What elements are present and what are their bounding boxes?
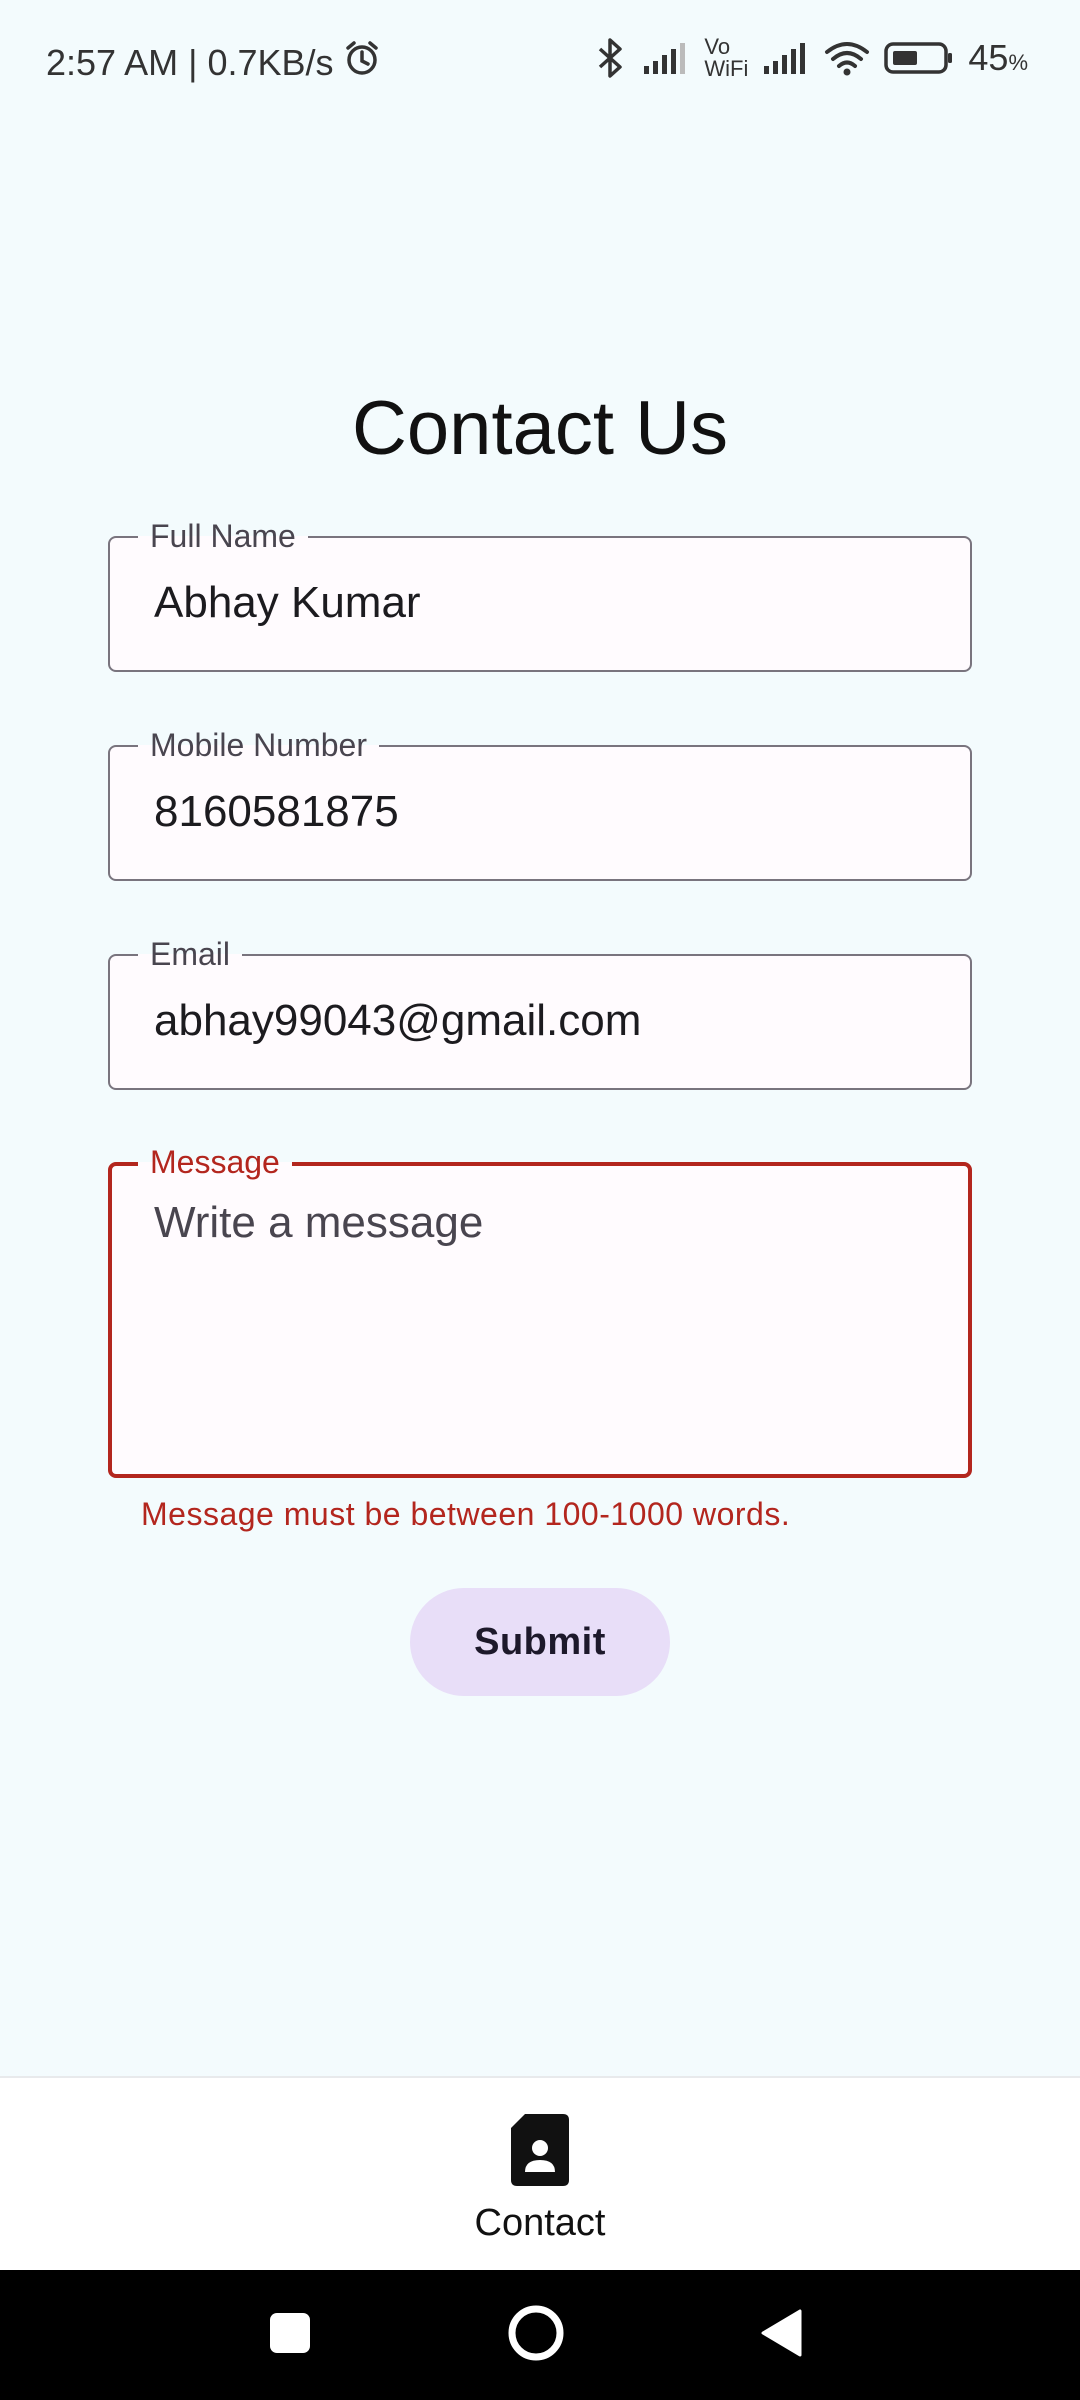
back-triangle-icon: [760, 2308, 804, 2363]
message-label: Message: [138, 1140, 292, 1184]
page-title: Contact Us: [352, 386, 728, 471]
full-name-label: Full Name: [138, 514, 308, 558]
battery-percent: 45%: [968, 37, 1028, 79]
bluetooth-icon: [594, 37, 628, 79]
nav-item-contact[interactable]: Contact: [420, 2078, 660, 2272]
email-label: Email: [138, 932, 243, 976]
message-placeholder: Write a message: [154, 1198, 484, 1247]
recents-button[interactable]: [210, 2270, 370, 2400]
signal-icon: [642, 40, 690, 76]
bottom-navigation: Contact: [0, 2076, 1080, 2272]
home-button[interactable]: [456, 2270, 616, 2400]
battery-icon: [884, 41, 954, 75]
submit-button[interactable]: Submit: [410, 1588, 670, 1696]
message-error-text: Message must be between 100-1000 words.: [141, 1496, 791, 1532]
vowifi-top-text: Vo: [704, 34, 731, 59]
vowifi-bottom-text: WiFi: [704, 56, 749, 81]
battery-percent-value: 45: [968, 37, 1009, 78]
mobile-number-field[interactable]: Mobile Number 8160581875: [108, 723, 972, 881]
vowifi-icon: Vo WiFi: [704, 36, 748, 80]
battery-percent-unit: %: [1008, 50, 1028, 75]
status-left: 2:57 AM | 0.7KB/s: [46, 38, 382, 87]
alarm-icon: [342, 38, 382, 87]
contact-file-icon: [507, 2112, 573, 2193]
mobile-number-label: Mobile Number: [138, 723, 379, 767]
system-navigation-bar: [0, 2270, 1080, 2400]
nav-item-contact-label: Contact: [474, 2202, 606, 2244]
message-field[interactable]: Message Write a message: [108, 1140, 972, 1478]
back-button[interactable]: [702, 2270, 862, 2400]
recents-square-icon: [268, 2311, 312, 2360]
full-name-field[interactable]: Full Name Abhay Kumar: [108, 514, 972, 672]
email-value: abhay99043@gmail.com: [154, 996, 642, 1045]
status-bar: 2:57 AM | 0.7KB/s Vo WiFi 45%: [0, 0, 1080, 120]
mobile-number-value: 8160581875: [154, 787, 399, 836]
status-time-speed: 2:57 AM | 0.7KB/s: [46, 41, 334, 83]
full-name-value: Abhay Kumar: [154, 578, 421, 627]
wifi-icon: [824, 40, 870, 76]
status-right: Vo WiFi 45%: [594, 36, 1028, 80]
signal-icon: [762, 40, 810, 76]
email-field[interactable]: Email abhay99043@gmail.com: [108, 932, 972, 1090]
home-circle-icon: [506, 2303, 566, 2368]
